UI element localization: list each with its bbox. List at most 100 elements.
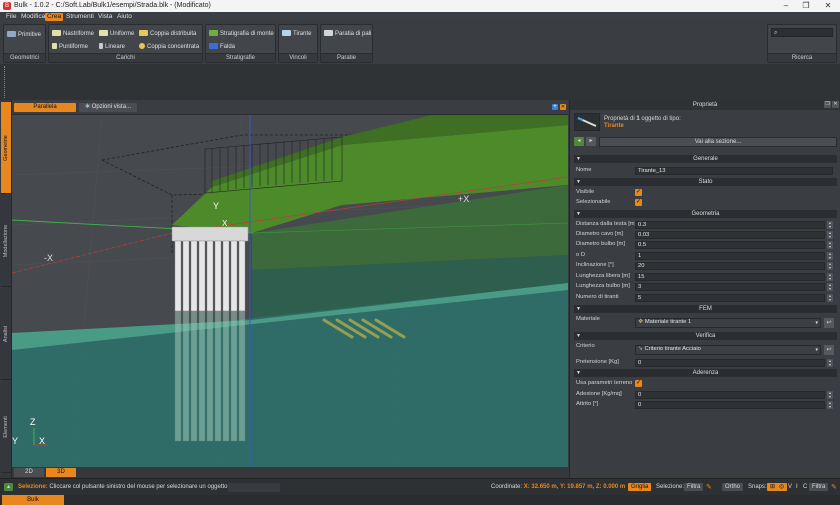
adesione-spinner[interactable]: ▴ ▾ — [827, 391, 833, 399]
menu-crea[interactable]: Crea — [45, 13, 64, 21]
view-2d-button[interactable]: 2D — [14, 468, 44, 477]
inclinazione-spinner[interactable]: ▴ ▾ — [827, 262, 833, 270]
uniform-load-icon — [99, 30, 108, 36]
criterio-select[interactable]: ➘ Criterio tirante Acciaio ▾ — [635, 345, 821, 355]
diametro-bulbo-spinner[interactable]: ▴ ▾ — [827, 241, 833, 249]
distanza-spinner[interactable]: ▴ ▾ — [827, 221, 833, 229]
criterio-goto-icon[interactable]: ↩ — [824, 345, 834, 355]
puntiforme-button[interactable]: Puntiforme — [52, 42, 88, 52]
group-ricerca: ⌕ Ricerca — [767, 24, 837, 63]
nav-forward-icon[interactable]: ▸ — [586, 137, 596, 146]
coppia-distribuita-button[interactable]: Coppia distribuita — [139, 29, 196, 39]
goto-section-button[interactable]: Vai alla sezione... — [599, 137, 837, 147]
menu-file[interactable]: File — [4, 13, 18, 21]
adesione-field[interactable]: 0 — [635, 391, 825, 399]
pretensione-spinner[interactable]: ▴ ▾ — [827, 359, 833, 367]
tab-analisi[interactable]: Analisi — [1, 288, 11, 380]
section-geometria[interactable]: ▼ Geometria — [574, 210, 837, 218]
lung-bulbo-spinner[interactable]: ▴ ▾ — [827, 283, 833, 291]
lung-libera-spinner[interactable]: ▴ ▾ — [827, 273, 833, 281]
distanza-field[interactable]: 0.3 — [635, 221, 825, 229]
menu-vista[interactable]: Vista — [96, 13, 114, 21]
tab-modellazione[interactable]: Modellazione — [1, 195, 11, 287]
num-tiranti-spinner[interactable]: ▴ ▾ — [827, 294, 833, 302]
lung-bulbo-label: Lunghezza bulbo [m] — [576, 283, 630, 289]
menu-strumenti[interactable]: Strumenti — [64, 13, 96, 21]
lung-bulbo-field[interactable]: 3 — [635, 283, 825, 291]
materiale-goto-icon[interactable]: ↩ — [824, 318, 834, 328]
snap-filtra-button[interactable]: Filtra — [809, 483, 829, 491]
group-carichi: Nastriforme Uniforme Coppia distribuita … — [48, 24, 203, 63]
section-fem[interactable]: ▼ FEM — [574, 305, 837, 313]
status-bar: ▴ Selezione: Cliccare col pulsante sinis… — [0, 478, 840, 495]
falda-button[interactable]: Falda — [209, 42, 235, 52]
minimize-button[interactable]: – — [776, 1, 796, 11]
snap-wrench-icon[interactable]: ✎ — [831, 483, 837, 491]
attrito-field[interactable]: 0 — [635, 401, 825, 409]
status-up-icon[interactable]: ▴ — [4, 483, 13, 491]
nome-label: Nome — [576, 167, 592, 173]
projection-tab[interactable]: Parallela — [14, 103, 76, 112]
diametro-bulbo-field[interactable]: 0.5 — [635, 241, 825, 249]
adesione-label: Adesione [Kg/mq] — [576, 391, 622, 397]
vertical-tab-bar: Geometrie Modellazione Analisi Elementi — [0, 100, 12, 478]
close-button[interactable]: ✕ — [818, 1, 838, 11]
document-tab-bulk[interactable]: Bulk — [2, 495, 64, 505]
ortho-toggle[interactable]: Ortho — [722, 483, 744, 491]
chevron-down-icon: ▾ — [815, 320, 818, 326]
nav-back-icon[interactable]: ◂ — [574, 137, 584, 146]
diametro-cavo-field[interactable]: 0.03 — [635, 231, 825, 239]
nastriforme-button[interactable]: Nastriforme — [52, 29, 94, 39]
dock-handle-icon[interactable] — [4, 66, 6, 98]
section-aderenza[interactable]: ▼ Aderenza — [574, 369, 837, 377]
tab-geometrie[interactable]: Geometrie — [1, 102, 11, 194]
wrench-icon[interactable]: ✎ — [706, 483, 712, 491]
menu-aiuto[interactable]: Aiuto — [115, 13, 134, 21]
filtra-button[interactable]: Filtra — [684, 483, 704, 491]
nome-field[interactable]: Tirante_13 — [635, 167, 833, 175]
lineare-button[interactable]: Lineare — [99, 42, 125, 52]
panel-close-icon[interactable]: ✕ — [832, 101, 839, 108]
usa-parametri-label: Usa parametri terreno — [576, 380, 633, 386]
usa-parametri-checkbox[interactable]: ✓ — [635, 380, 642, 387]
visibile-checkbox[interactable]: ✓ — [635, 189, 642, 196]
status-input[interactable] — [228, 483, 280, 492]
uniforme-button[interactable]: Uniforme — [99, 29, 134, 39]
menu-modifica[interactable]: Modifica — [19, 13, 47, 21]
status-selection-hint: Selezione: Cliccare col pulsante sinistr… — [18, 484, 228, 490]
materiale-select[interactable]: ❖ Materiale tirante 1 ▾ — [635, 318, 821, 328]
paratia-pali-button[interactable]: Paratia di pali — [324, 29, 371, 39]
maximize-button[interactable]: ❐ — [796, 1, 816, 11]
section-verifica[interactable]: ▼ Verifica — [574, 332, 837, 340]
diametro-cavo-spinner[interactable]: ▴ ▾ — [827, 231, 833, 239]
undock-icon[interactable]: ❐ — [824, 101, 831, 108]
coppia-concentrata-button[interactable]: Coppia concentrata — [139, 42, 199, 52]
stratigrafia-monte-button[interactable]: Stratigrafia di monte — [209, 29, 274, 39]
viewport-3d[interactable]: Y X +X -X Z Y X — [12, 115, 568, 467]
group-vincoli: Tirante Vincoli — [278, 24, 318, 63]
stratigraphy-icon — [209, 30, 218, 36]
section-generale[interactable]: ▼ Generale — [574, 155, 837, 163]
od-spinner[interactable]: ▴ ▾ — [827, 252, 833, 260]
od-label: o D — [576, 252, 586, 258]
view-3d-button[interactable]: 3D — [46, 468, 76, 477]
num-tiranti-field[interactable]: 5 — [635, 294, 825, 302]
search-input[interactable]: ⌕ — [771, 28, 833, 37]
selezionabile-checkbox[interactable]: ✓ — [635, 199, 642, 206]
inclinazione-field[interactable]: 20 — [635, 262, 825, 270]
section-stato[interactable]: ▼ Stato — [574, 178, 837, 186]
distributed-moment-icon — [139, 30, 148, 36]
pretensione-field[interactable]: 0 — [635, 359, 825, 367]
primitive-button[interactable]: Primitive — [7, 30, 41, 40]
attrito-spinner[interactable]: ▴ ▾ — [827, 401, 833, 409]
tirante-type-icon — [574, 113, 600, 131]
od-field[interactable]: 1 — [635, 252, 825, 260]
view-options-button[interactable]: ✱ Opzioni vista... — [79, 103, 138, 112]
materiale-label: Materiale — [576, 316, 600, 322]
tirante-button[interactable]: Tirante — [282, 29, 311, 39]
tab-elementi[interactable]: Elementi — [1, 381, 11, 473]
close-view-icon[interactable]: ✕ — [560, 104, 566, 110]
add-view-icon[interactable]: + — [552, 104, 558, 110]
griglia-toggle[interactable]: Griglia — [628, 483, 652, 491]
lung-libera-field[interactable]: 15 — [635, 273, 825, 281]
